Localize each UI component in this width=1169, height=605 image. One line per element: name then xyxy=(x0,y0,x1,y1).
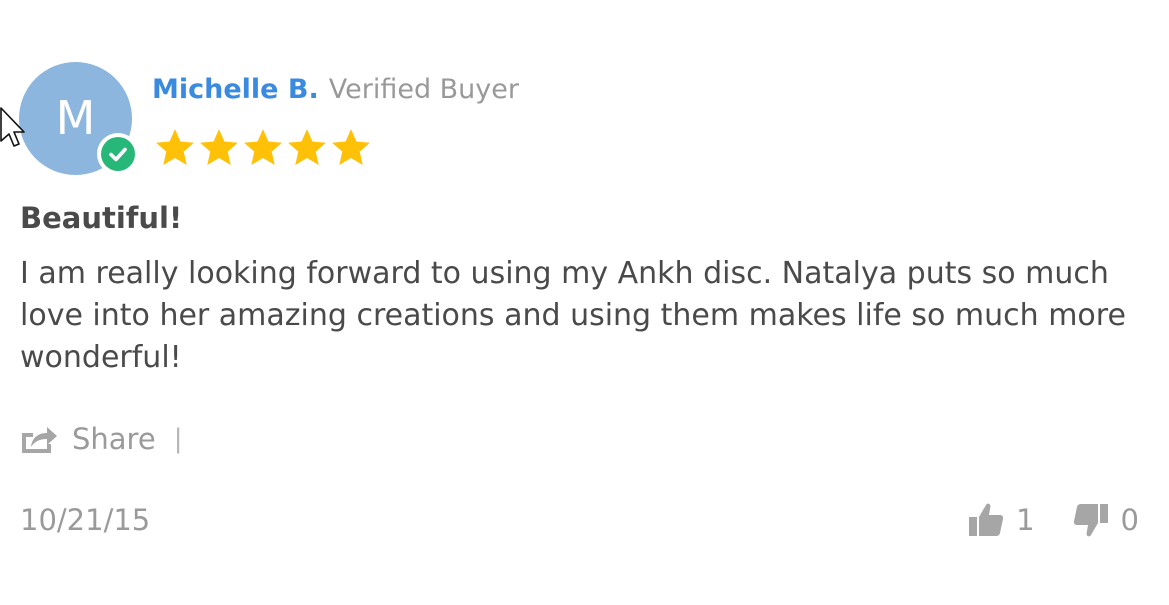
mouse-cursor-icon xyxy=(0,107,25,147)
star-icon xyxy=(200,129,238,165)
review-card: M Michelle B. Verified Buyer Beautiful! I… xyxy=(0,0,1169,605)
review-body: I am really looking forward to using my … xyxy=(20,256,1126,375)
review-date: 10/21/15 xyxy=(20,503,151,537)
action-divider: | xyxy=(173,424,183,454)
star-icon xyxy=(244,129,282,165)
star-rating xyxy=(153,127,373,169)
vote-controls: 1 0 xyxy=(968,498,1139,542)
share-label: Share xyxy=(72,422,156,456)
thumbs-down-button[interactable]: 0 xyxy=(1073,502,1139,538)
thumbs-up-icon xyxy=(969,503,1004,536)
thumbs-down-icon xyxy=(1073,504,1108,537)
reviewer-name[interactable]: Michelle B. xyxy=(152,74,319,105)
verified-badge xyxy=(97,133,139,175)
review-title: Beautiful! xyxy=(20,201,183,235)
star-icon xyxy=(332,129,370,165)
verified-buyer-label: Verified Buyer xyxy=(328,74,519,105)
thumbs-up-button[interactable]: 1 xyxy=(968,502,1035,538)
downvote-count: 0 xyxy=(1120,503,1139,537)
checkmark-icon xyxy=(101,137,135,171)
avatar-initial: M xyxy=(55,91,96,145)
star-icon xyxy=(288,129,326,165)
share-button[interactable]: Share | xyxy=(20,418,182,460)
reviewer-line: Michelle B. Verified Buyer xyxy=(152,70,519,110)
upvote-count: 1 xyxy=(1016,503,1035,537)
star-icon xyxy=(156,129,194,165)
share-icon xyxy=(22,427,57,453)
